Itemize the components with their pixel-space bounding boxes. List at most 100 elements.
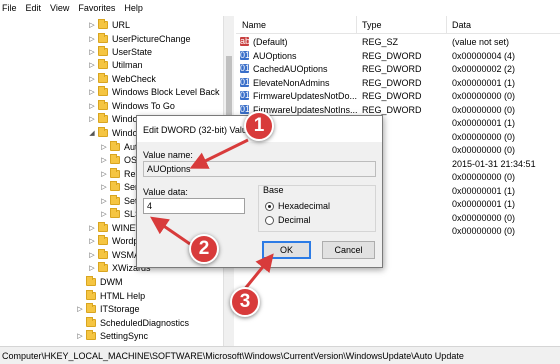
value-name-label: Value name: — [143, 150, 193, 160]
expand-icon[interactable]: ▷ — [88, 21, 96, 29]
tree-item-dwm[interactable]: DWM — [76, 275, 123, 288]
folder-icon — [98, 45, 108, 56]
list-row[interactable]: 01 ElevateNonAdmins REG_DWORD 0x00000001 (1… — [236, 77, 560, 90]
expand-icon[interactable]: ▷ — [88, 48, 96, 56]
tree-item-settingsync[interactable]: ▷ SettingSync — [76, 329, 148, 342]
expand-icon[interactable]: ▷ — [88, 102, 96, 110]
value-type-cell: REG_SZ — [362, 37, 399, 47]
tree-item-itstorage[interactable]: ▷ ITStorage — [76, 302, 140, 315]
hexadecimal-radio[interactable]: Hexadecimal — [265, 201, 330, 211]
folder-icon — [86, 316, 96, 327]
tree-item-label: ScheduledDiagnostics — [100, 317, 190, 328]
tree-item-url[interactable]: ▷ URL — [88, 18, 130, 31]
list-row[interactable]: ab (Default) REG_SZ (value not set) — [236, 36, 560, 49]
menu-bar: File Edit View Favorites Help — [0, 0, 560, 16]
radio-selected-icon[interactable] — [265, 201, 274, 211]
menu-file[interactable]: File — [2, 3, 17, 13]
value-data-cell: 0x00000000 (0) — [452, 145, 516, 155]
menu-help[interactable]: Help — [124, 3, 143, 13]
value-name-cell: AUOptions — [253, 50, 297, 61]
value-data-field[interactable] — [143, 198, 245, 214]
value-data-cell: 0x00000004 (4) — [452, 50, 516, 61]
value-type-cell: REG_DWORD — [362, 91, 422, 101]
tree-item-label: Windows To Go — [112, 100, 175, 111]
folder-icon — [110, 140, 120, 151]
dword-value-icon: 01 — [240, 90, 251, 100]
expand-icon[interactable]: ▷ — [100, 156, 108, 164]
folder-icon — [110, 207, 120, 218]
tree-item-userpicturechange[interactable]: ▷ UserPictureChange — [88, 32, 191, 45]
folder-icon — [98, 18, 108, 29]
value-data-cell: 0x00000000 (0) — [452, 212, 516, 223]
expand-icon[interactable]: ▷ — [88, 61, 96, 69]
expand-icon[interactable]: ▷ — [88, 88, 96, 96]
value-data-cell: 0x00000000 (0) — [452, 172, 516, 182]
column-header-name[interactable]: Name — [242, 20, 266, 30]
tree-item-windows-to-go[interactable]: ▷ Windows To Go — [88, 99, 175, 112]
expand-icon[interactable]: ▷ — [100, 183, 108, 191]
folder-icon — [98, 234, 108, 245]
tree-item-sls[interactable]: ▷ SLS — [100, 207, 141, 220]
column-header-type[interactable]: Type — [362, 20, 382, 30]
tree-item-scheduleddiagnostics[interactable]: ScheduledDiagnostics — [76, 316, 189, 329]
tree-item-label: URL — [112, 19, 131, 30]
expand-icon[interactable]: ▷ — [76, 332, 84, 340]
column-divider[interactable] — [446, 16, 447, 34]
value-name-field[interactable] — [143, 161, 376, 177]
expand-icon[interactable]: ▷ — [100, 210, 108, 218]
expand-icon[interactable]: ▷ — [88, 224, 96, 232]
ok-button[interactable]: OK — [262, 241, 311, 259]
expand-icon[interactable]: ▷ — [76, 305, 84, 313]
expand-icon[interactable]: ▷ — [88, 75, 96, 83]
folder-icon — [86, 302, 96, 313]
cancel-button[interactable]: Cancel — [322, 241, 375, 259]
list-row[interactable]: 01 FirmwareUpdatesNotDo... REG_DWORD 0x0000… — [236, 90, 560, 103]
column-header-data[interactable]: Data — [452, 20, 471, 30]
dword-value-icon: 01 — [240, 63, 251, 73]
expand-icon[interactable]: ▷ — [88, 237, 96, 245]
folder-icon — [98, 85, 108, 96]
value-data-cell: 0x00000001 (1) — [452, 77, 516, 88]
value-name-cell: ElevateNonAdmins — [253, 77, 330, 88]
expand-icon[interactable]: ▷ — [100, 143, 108, 151]
value-type-cell: REG_DWORD — [362, 77, 422, 88]
expand-icon[interactable]: ▷ — [88, 115, 96, 123]
menu-favorites[interactable]: Favorites — [78, 3, 115, 13]
folder-icon — [98, 221, 108, 232]
radio-unselected-icon[interactable] — [265, 215, 274, 225]
decimal-label: Decimal — [278, 215, 311, 225]
decimal-radio[interactable]: Decimal — [265, 215, 311, 225]
folder-icon — [110, 180, 120, 191]
tree-item-webcheck[interactable]: ▷ WebCheck — [88, 72, 156, 85]
tree-item-windows-block-level[interactable]: ▷ Windows Block Level Back — [88, 85, 220, 98]
value-type-cell: REG_DWORD — [362, 50, 422, 61]
folder-icon — [98, 261, 108, 272]
expand-icon[interactable]: ▷ — [88, 251, 96, 259]
collapse-icon[interactable]: ◢ — [88, 129, 96, 137]
value-data-cell: 2015-01-31 21:34:51 — [452, 158, 536, 169]
tree-item-label: HTML Help — [100, 290, 146, 301]
folder-open-icon — [98, 126, 108, 137]
expand-icon[interactable]: ▷ — [100, 197, 108, 205]
value-data-label: Value data: — [143, 187, 188, 197]
expand-icon[interactable]: ▷ — [88, 35, 96, 43]
expand-icon[interactable]: ▷ — [100, 170, 108, 178]
value-data-cell: 0x00000000 (0) — [452, 104, 516, 115]
tree-item-label: DWM — [100, 276, 123, 287]
menu-edit[interactable]: Edit — [26, 3, 42, 13]
value-data-cell: 0x00000001 (1) — [452, 118, 516, 128]
tree-item-label: UserState — [112, 46, 153, 57]
expand-icon[interactable]: ▷ — [88, 264, 96, 272]
tree-item-utilman[interactable]: ▷ Utilman — [88, 58, 143, 71]
folder-icon — [110, 167, 120, 178]
menu-view[interactable]: View — [50, 3, 69, 13]
column-divider[interactable] — [356, 16, 357, 34]
list-header: Name Type Data — [236, 16, 560, 34]
folder-icon — [110, 194, 120, 205]
tree-item-userstate[interactable]: ▷ UserState — [88, 45, 152, 58]
tree-item-html-help[interactable]: HTML Help — [76, 289, 145, 302]
folder-icon — [98, 112, 108, 123]
list-row[interactable]: 01 CachedAUOptions REG_DWORD 0x00000002 (2) — [236, 63, 560, 76]
list-row[interactable]: 01 AUOptions REG_DWORD 0x00000004 (4) — [236, 50, 560, 63]
value-data-cell: 0x00000002 (2) — [452, 64, 516, 74]
